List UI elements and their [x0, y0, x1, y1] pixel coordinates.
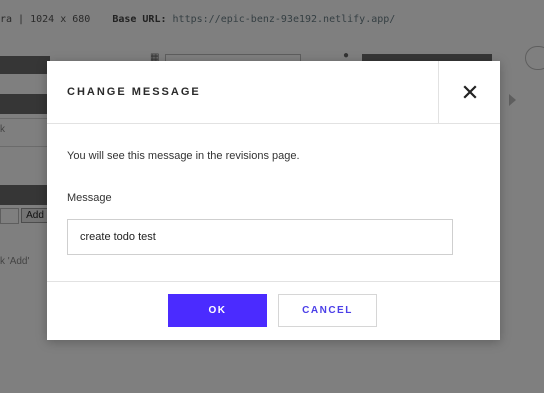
ok-button[interactable]: OK — [168, 294, 267, 327]
close-button[interactable] — [438, 61, 500, 123]
dialog-title: CHANGE MESSAGE — [67, 86, 201, 98]
dialog-header: CHANGE MESSAGE — [47, 61, 500, 124]
message-label: Message — [67, 192, 112, 204]
dialog-description: You will see this message in the revisio… — [67, 150, 300, 162]
close-icon — [462, 85, 477, 99]
message-input[interactable] — [67, 219, 453, 255]
change-message-dialog: CHANGE MESSAGE You will see this message… — [47, 61, 500, 340]
dialog-body: You will see this message in the revisio… — [47, 124, 500, 281]
dialog-footer: OK CANCEL — [47, 281, 500, 341]
cancel-button[interactable]: CANCEL — [278, 294, 377, 327]
